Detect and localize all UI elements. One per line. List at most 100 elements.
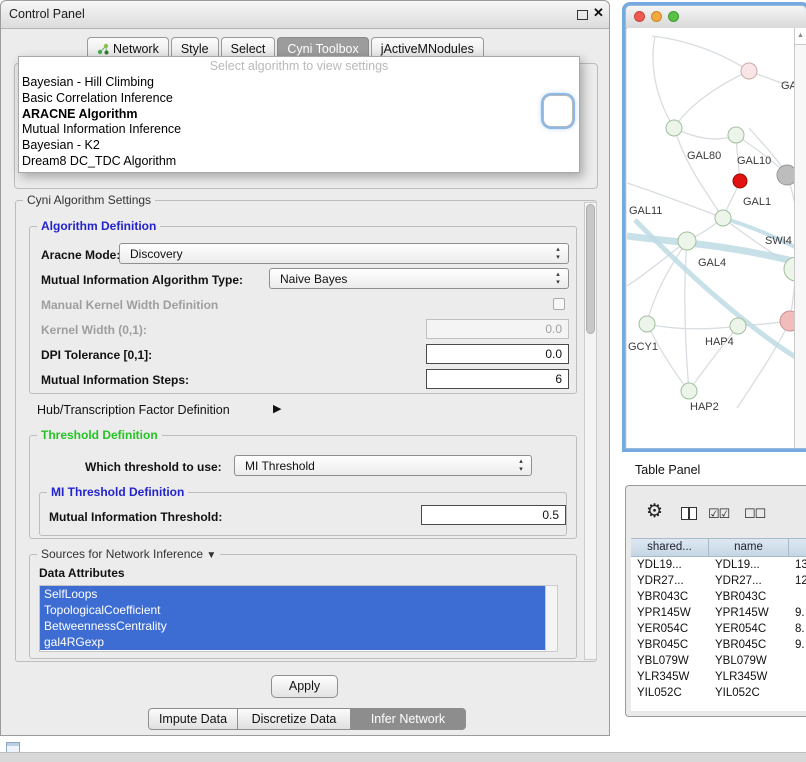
sources-group-title[interactable]: Sources for Network Inference ▼	[37, 547, 220, 561]
tab-label: Cyni Toolbox	[287, 42, 358, 56]
network-node[interactable]	[733, 174, 747, 188]
network-edge	[674, 71, 749, 128]
table-row[interactable]: YLR345WYLR345W	[631, 669, 806, 685]
network-edge	[787, 175, 794, 269]
network-scrollbar-track[interactable]: ▲	[794, 28, 806, 448]
collapsed-arrow-icon[interactable]: ▶	[273, 402, 281, 415]
network-canvas[interactable]: GAL80GAL10GAL11GAL1SWI4GAL4GCY1HAP4HAP2G…	[627, 28, 794, 448]
status-strip	[0, 752, 806, 762]
network-node[interactable]	[780, 311, 794, 331]
bottom-tab-impute-data[interactable]: Impute Data	[148, 708, 238, 730]
network-window-titlebar[interactable]	[626, 6, 806, 29]
table-cell: 9.	[789, 637, 806, 653]
aracne-mode-select[interactable]: Discovery ▴▾	[119, 243, 569, 264]
table-row[interactable]: YBR045CYBR045C9.	[631, 637, 806, 653]
node-label: GAL4	[698, 257, 726, 269]
tab-label: Style	[181, 42, 209, 56]
apply-button[interactable]: Apply	[271, 675, 338, 698]
hub-definition-label[interactable]: Hub/Transcription Factor Definition	[37, 403, 230, 417]
traffic-light-zoom-icon[interactable]	[668, 11, 679, 22]
mi-steps-label: Mutual Information Steps:	[41, 373, 189, 387]
bottom-tab-infer-network[interactable]: Infer Network	[350, 708, 466, 730]
table-cell: YBR045C	[631, 637, 709, 653]
traffic-light-close-icon[interactable]	[634, 11, 645, 22]
tab-label: jActiveMNodules	[381, 42, 474, 56]
table-row[interactable]: YBL079WYBL079W	[631, 653, 806, 669]
node-label: SWI4	[765, 235, 792, 247]
network-edge	[647, 324, 689, 391]
float-window-icon[interactable]	[577, 10, 588, 20]
bottom-tab-discretize-data[interactable]: Discretize Data	[237, 708, 351, 730]
table-panel-window: ⚙ ☑☑ ☐☐ shared... name YDL19...YDL19...1…	[625, 485, 806, 717]
table-body: YDL19...YDL19...13YDR27...YDR27...12YBR0…	[631, 557, 806, 701]
table-row[interactable]: YBR043CYBR043C	[631, 589, 806, 605]
table-row[interactable]: YPR145WYPR145W9.	[631, 605, 806, 621]
aracne-mode-label: Aracne Mode:	[41, 248, 120, 262]
table-header[interactable]: shared... name	[631, 538, 806, 557]
list-scrollbar-track[interactable]	[545, 585, 558, 652]
algorithm-option[interactable]: ARACNE Algorithm	[19, 107, 579, 123]
deselect-all-checkboxes-icon[interactable]: ☐☐	[744, 506, 765, 522]
close-icon[interactable]: ✕	[593, 5, 604, 21]
mi-threshold-input[interactable]	[421, 505, 566, 525]
table-row[interactable]: YDL19...YDL19...13	[631, 557, 806, 573]
select-all-checkboxes-icon[interactable]: ☑☑	[708, 506, 729, 522]
focused-button[interactable]	[543, 95, 573, 127]
network-node[interactable]	[639, 316, 655, 332]
network-node[interactable]	[715, 210, 731, 226]
column-header-extra[interactable]	[789, 539, 806, 556]
network-node[interactable]	[728, 127, 744, 143]
settings-scrollbar-thumb[interactable]	[586, 204, 595, 334]
tab-label: Select	[231, 42, 266, 56]
combo-arrows-icon: ▴▾	[516, 458, 526, 474]
table-cell: YPR145W	[709, 605, 789, 621]
column-header-name[interactable]: name	[709, 539, 789, 556]
network-node[interactable]	[741, 63, 757, 79]
table-cell: YBL079W	[631, 653, 709, 669]
mi-type-value: Naive Bayes	[280, 272, 347, 286]
algorithm-option[interactable]: Dream8 DC_TDC Algorithm	[19, 154, 579, 170]
gear-icon[interactable]: ⚙	[646, 500, 663, 523]
bottom-tab-bar: Impute DataDiscretize DataInfer Network	[148, 708, 466, 730]
network-node[interactable]	[730, 318, 746, 334]
mi-type-label: Mutual Information Algorithm Type:	[41, 273, 243, 287]
kernel-width-input[interactable]	[426, 319, 569, 339]
mi-steps-input[interactable]	[426, 369, 569, 389]
attribute-item[interactable]: SelfLoops	[40, 586, 545, 602]
table-cell: 9.	[789, 605, 806, 621]
algorithm-option[interactable]: Mutual Information Inference	[19, 122, 579, 138]
table-cell: YDR27...	[709, 573, 789, 589]
node-label: GAL11	[629, 205, 662, 217]
column-header-shared[interactable]: shared...	[631, 539, 709, 556]
table-cell: YDL19...	[709, 557, 789, 573]
algorithm-option[interactable]: Bayesian - K2	[19, 138, 579, 154]
table-cell: YBR045C	[709, 637, 789, 653]
attribute-item[interactable]: TopologicalCoefficient	[40, 602, 545, 618]
control-panel-titlebar[interactable]: Control Panel ✕	[1, 1, 609, 29]
algorithm-definition-title: Algorithm Definition	[37, 219, 160, 233]
manual-kernel-checkbox[interactable]	[553, 298, 565, 310]
expanded-arrow-icon[interactable]: ▼	[206, 550, 216, 561]
dpi-tolerance-input[interactable]	[426, 344, 569, 364]
table-cell: YLR345W	[631, 669, 709, 685]
network-node[interactable]	[777, 165, 794, 185]
which-threshold-select[interactable]: MI Threshold ▴▾	[234, 455, 532, 476]
table-row[interactable]: YDR27...YDR27...12	[631, 573, 806, 589]
network-node[interactable]	[678, 232, 696, 250]
network-node[interactable]	[681, 383, 697, 399]
table-row[interactable]: YER054CYER054C8.	[631, 621, 806, 637]
traffic-light-minimize-icon[interactable]	[651, 11, 662, 22]
mi-algorithm-type-select[interactable]: Naive Bayes ▴▾	[269, 268, 569, 289]
algorithm-option[interactable]: Basic Correlation Inference	[19, 91, 579, 107]
attribute-item[interactable]: gal4RGexp	[40, 634, 545, 650]
columns-icon[interactable]	[681, 507, 697, 520]
table-row[interactable]: YIL052CYIL052C	[631, 685, 806, 701]
control-panel-window: Control Panel ✕ NetworkStyleSelectCyni T…	[0, 0, 610, 736]
aracne-mode-value: Discovery	[130, 247, 183, 261]
network-node[interactable]	[666, 120, 682, 136]
scroll-up-icon[interactable]: ▲	[795, 28, 806, 45]
algorithm-option[interactable]: Bayesian - Hill Climbing	[19, 75, 579, 91]
table-cell: YBL079W	[709, 653, 789, 669]
algorithm-dropdown-popup: Select algorithm to view settingsBayesia…	[18, 56, 580, 173]
attribute-item[interactable]: BetweennessCentrality	[40, 618, 545, 634]
